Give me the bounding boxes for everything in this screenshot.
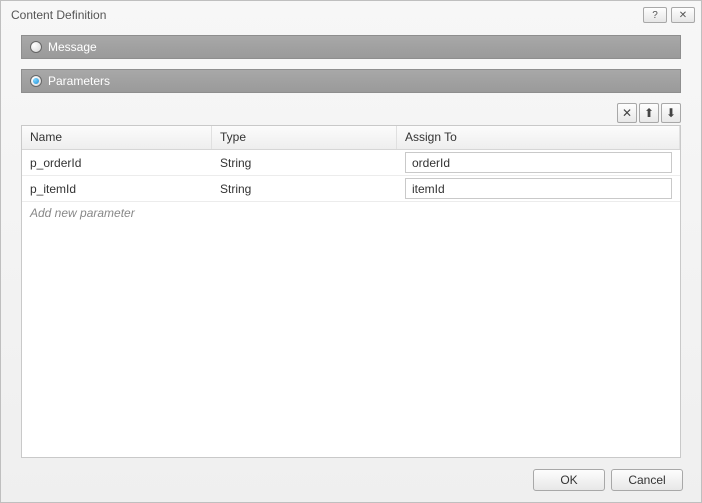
option-parameters[interactable]: Parameters — [21, 69, 681, 93]
header-type[interactable]: Type — [212, 126, 397, 149]
delete-icon: ✕ — [622, 106, 632, 120]
cell-name[interactable]: p_orderId — [22, 150, 212, 175]
cell-type[interactable]: String — [212, 176, 397, 201]
content-definition-dialog: Content Definition ? ✕ Message Parameter… — [0, 0, 702, 503]
delete-row-button[interactable]: ✕ — [617, 103, 637, 123]
arrow-up-icon: ⬆ — [644, 106, 654, 120]
radio-icon — [30, 41, 42, 53]
option-message[interactable]: Message — [21, 35, 681, 59]
table-row[interactable]: p_orderId String — [22, 150, 680, 176]
arrow-down-icon: ⬇ — [666, 106, 676, 120]
help-button[interactable]: ? — [643, 7, 667, 23]
table-toolbar: ✕ ⬆ ⬇ — [21, 103, 681, 123]
assign-input[interactable] — [405, 152, 672, 173]
radio-icon-selected — [30, 75, 42, 87]
move-up-button[interactable]: ⬆ — [639, 103, 659, 123]
option-parameters-label: Parameters — [48, 74, 110, 88]
cancel-button[interactable]: Cancel — [611, 469, 683, 491]
ok-button[interactable]: OK — [533, 469, 605, 491]
move-down-button[interactable]: ⬇ — [661, 103, 681, 123]
cell-assign — [397, 150, 680, 175]
cell-name[interactable]: p_itemId — [22, 176, 212, 201]
close-icon: ✕ — [679, 10, 687, 21]
cell-assign — [397, 176, 680, 201]
header-assign[interactable]: Assign To — [397, 126, 680, 149]
titlebar: Content Definition ? ✕ — [1, 1, 701, 29]
table-header: Name Type Assign To — [22, 126, 680, 150]
dialog-body: Message Parameters ✕ ⬆ ⬇ Name Type Assig… — [1, 29, 701, 458]
option-message-label: Message — [48, 40, 97, 54]
table-row[interactable]: p_itemId String — [22, 176, 680, 202]
close-button[interactable]: ✕ — [671, 7, 695, 23]
parameters-table: Name Type Assign To p_orderId String p_i… — [21, 125, 681, 458]
help-icon: ? — [652, 10, 658, 21]
add-parameter-row[interactable]: Add new parameter — [22, 202, 680, 224]
window-title: Content Definition — [11, 8, 639, 22]
cell-type[interactable]: String — [212, 150, 397, 175]
header-name[interactable]: Name — [22, 126, 212, 149]
dialog-footer: OK Cancel — [1, 458, 701, 502]
assign-input[interactable] — [405, 178, 672, 199]
